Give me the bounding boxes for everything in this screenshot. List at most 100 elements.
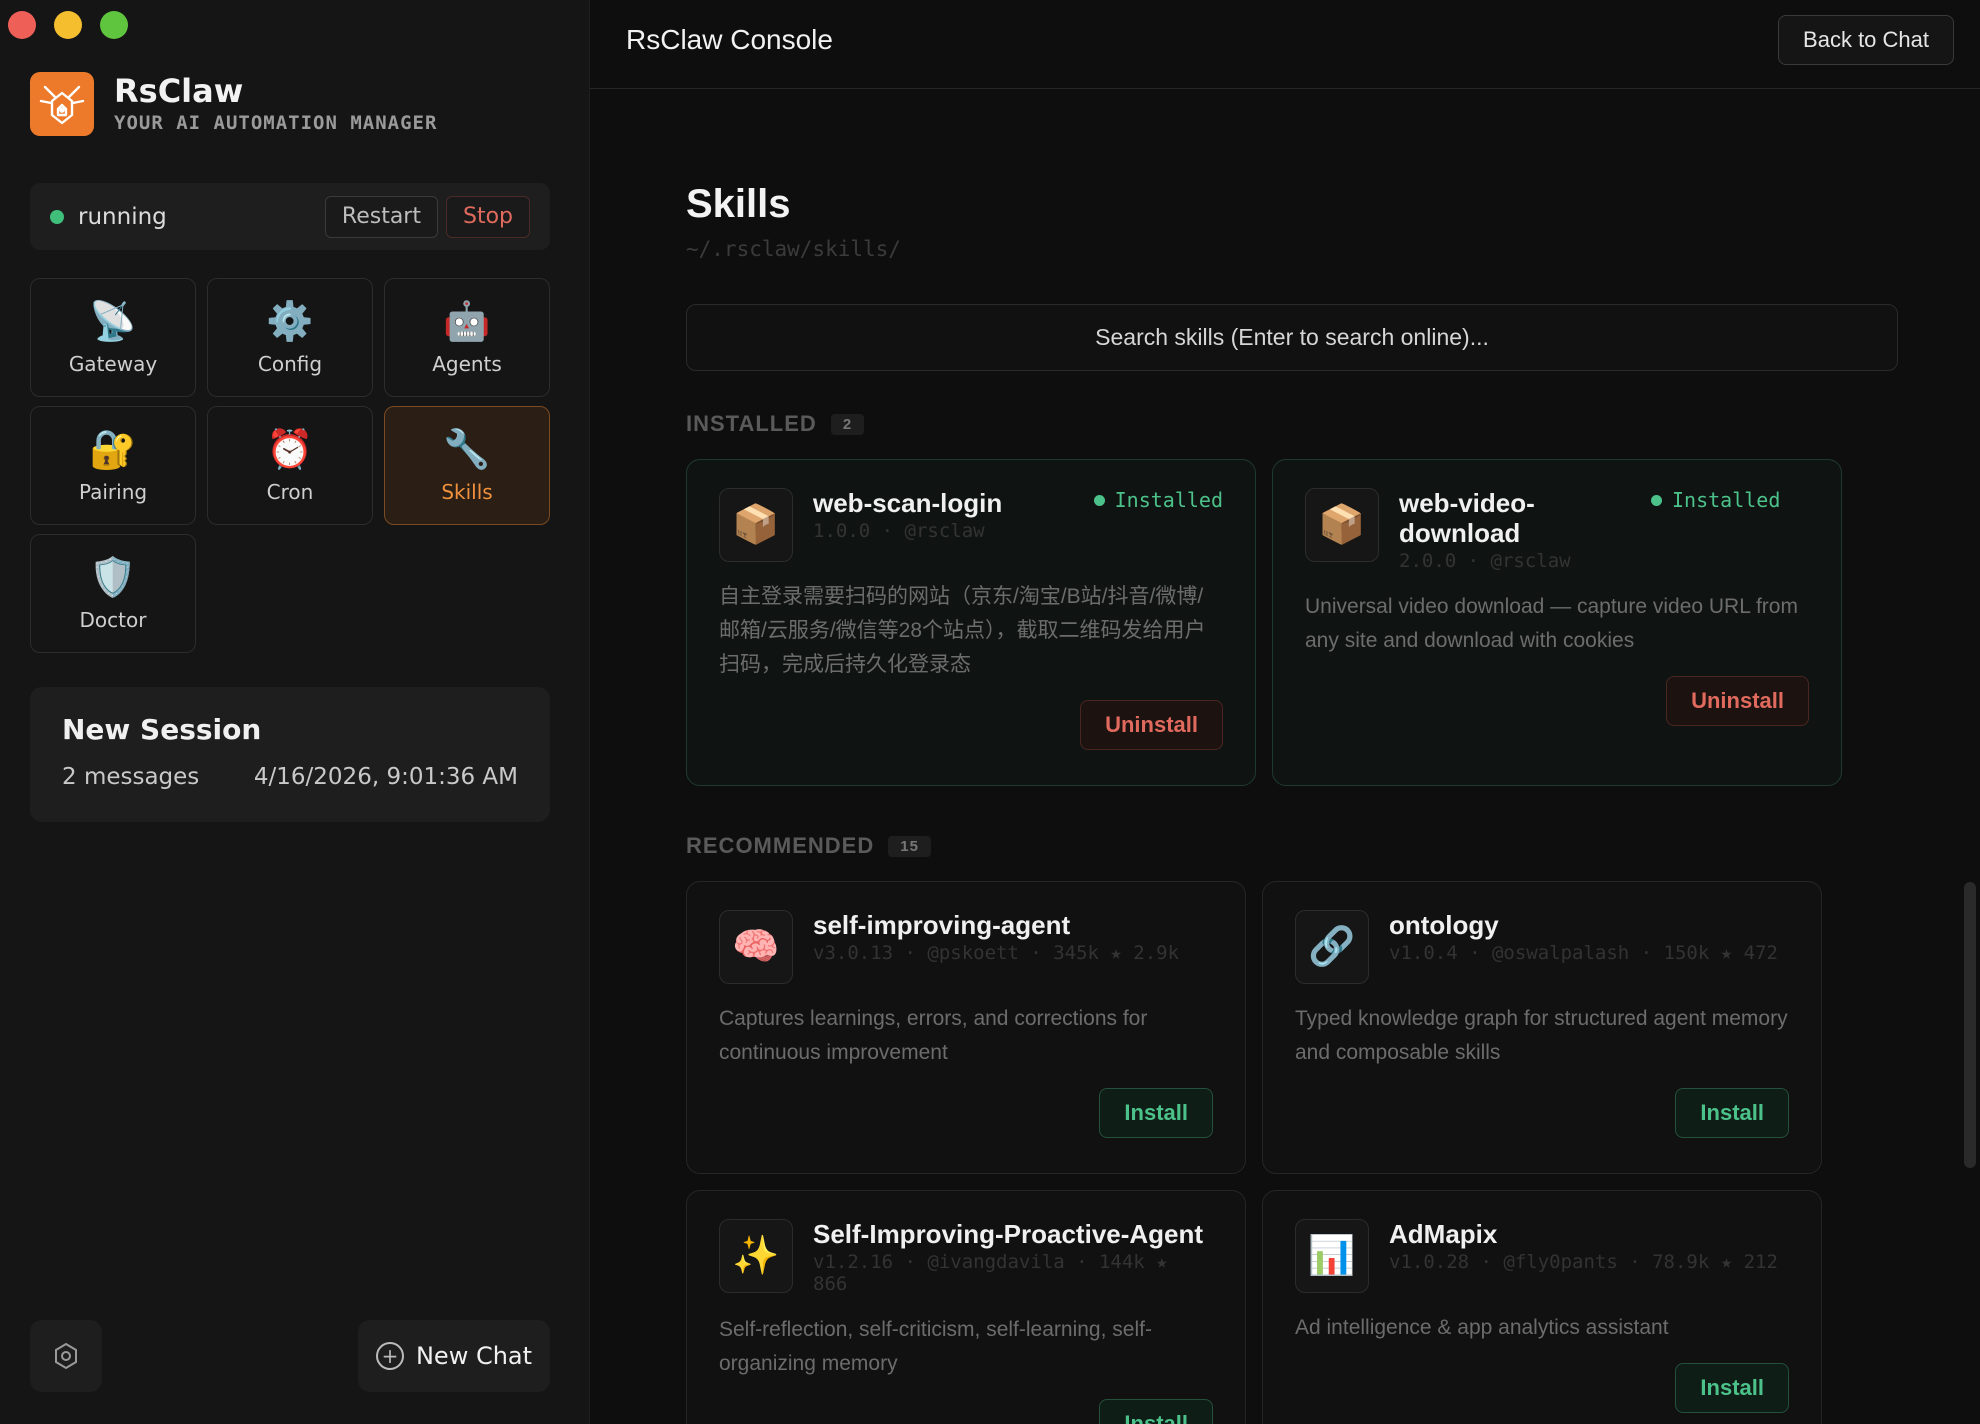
sparkles-icon: ✨ [719,1219,793,1293]
install-button[interactable]: Install [1099,1088,1213,1138]
skill-card-admapix: 📊 AdMapix v1.0.28 · @fly0pants · 78.9k ★… [1262,1190,1822,1424]
session-title: New Session [62,713,262,746]
session-card[interactable]: New Session 2 messages 4/16/2026, 9:01:3… [30,687,550,822]
nav-tile-label: Skills [441,479,493,504]
robot-icon: 🤖 [443,300,491,343]
uninstall-button[interactable]: Uninstall [1666,676,1809,726]
skills-path: ~/.rsclaw/skills/ [686,237,901,261]
brand-subtitle: YOUR AI AUTOMATION MANAGER [114,112,438,134]
status-text: running [78,203,167,230]
nav-tile-skills[interactable]: 🔧 Skills [384,406,550,525]
nav-tile-gateway[interactable]: 📡 Gateway [30,278,196,397]
skill-meta: v1.2.16 · @ivangdavila · 144k ★ 866 [813,1251,1168,1295]
sidebar: RsClaw YOUR AI AUTOMATION MANAGER runnin… [0,0,590,1424]
skill-card-web-video-download: 📦 web-video-download 2.0.0 · @rsclaw Ins… [1272,459,1842,786]
bar-chart-icon: 📊 [1295,1219,1369,1293]
installed-dot-icon [1651,494,1662,506]
new-chat-button[interactable]: + New Chat [358,1320,550,1392]
skill-card-self-improving-proactive-agent: ✨ Self-Improving-Proactive-Agent v1.2.16… [686,1190,1246,1424]
package-icon: 📦 [1305,488,1379,562]
skill-description: Typed knowledge graph for structured age… [1295,1007,1788,1064]
skill-description: Captures learnings, errors, and correcti… [719,1007,1148,1064]
nav-tile-pairing[interactable]: 🔐 Pairing [30,406,196,525]
app-window: RsClaw YOUR AI AUTOMATION MANAGER runnin… [0,0,1980,1424]
installed-dot-icon [1093,494,1105,506]
nav-tile-config[interactable]: ⚙️ Config [207,278,373,397]
status-dot-icon [50,209,64,224]
installed-badge-label: Installed [1114,488,1223,512]
minimize-window-button[interactable] [54,11,82,39]
nav-tiles: 📡 Gateway ⚙️ Config 🤖 Agents 🔐 Pairing ⏰… [30,278,550,653]
section-title: INSTALLED [686,411,817,436]
nav-tile-label: Gateway [68,351,158,376]
search-input[interactable]: Search skills (Enter to search online)..… [686,304,1898,371]
installed-badge: Installed [1651,488,1780,512]
window-controls [8,11,128,39]
shield-icon: 🛡️ [89,556,137,599]
main-panel: RsClaw Console Back to Chat Skills ~/.rs… [590,0,1980,1424]
alarm-clock-icon: ⏰ [266,428,314,471]
nav-tile-cron[interactable]: ⏰ Cron [207,406,373,525]
skill-meta: 2.0.0 · @rsclaw [1399,550,1571,572]
nav-tile-label: Pairing [78,479,148,504]
nav-tile-label: Doctor [79,607,147,632]
restart-button[interactable]: Restart [324,195,438,238]
skill-name: Self-Improving-Proactive-Agent [813,1219,1204,1249]
recommended-section-label: RECOMMENDED 15 [686,833,931,859]
skill-name: ontology [1389,910,1499,940]
session-message-count: 2 messages [62,764,200,790]
skill-meta: v3.0.13 · @pskoett · 345k ★ 2.9k [813,942,1180,964]
skill-name: web-video-download [1399,488,1535,548]
stop-button[interactable]: Stop [445,195,530,238]
skill-card-web-scan-login: 📦 web-scan-login 1.0.0 · @rsclaw Install… [686,459,1256,786]
gear-icon: ⚙️ [266,300,314,343]
maximize-window-button[interactable] [100,11,128,39]
nav-tile-agents[interactable]: 🤖 Agents [384,278,550,397]
console-title: RsClaw Console [626,24,833,55]
skill-meta: 1.0.0 · @rsclaw [813,520,985,542]
skill-name: AdMapix [1389,1219,1498,1249]
skill-description: Ad intelligence & app analytics assistan… [1295,1316,1669,1339]
skill-meta: v1.0.28 · @fly0pants · 78.9k ★ 212 [1389,1251,1778,1273]
top-bar: RsClaw Console Back to Chat [590,0,1980,89]
skill-name: self-improving-agent [813,910,1071,940]
skill-meta: v1.0.4 · @oswalpalash · 150k ★ 472 [1389,942,1778,964]
brain-icon: 🧠 [719,910,793,984]
skill-card-ontology: 🔗 ontology v1.0.4 · @oswalpalash · 150k … [1262,881,1822,1174]
nav-tile-label: Cron [266,479,314,504]
back-to-chat-button[interactable]: Back to Chat [1778,15,1954,65]
close-window-button[interactable] [8,11,36,39]
install-button[interactable]: Install [1675,1363,1789,1413]
nav-tile-doctor[interactable]: 🛡️ Doctor [30,534,196,653]
claw-logo-icon [30,72,94,136]
session-timestamp: 4/16/2026, 9:01:36 AM [253,764,518,790]
section-title: RECOMMENDED [686,833,875,858]
installed-badge-label: Installed [1672,488,1781,512]
lock-key-icon: 🔐 [89,428,137,471]
brand: RsClaw YOUR AI AUTOMATION MANAGER [30,72,437,136]
wrench-icon: 🔧 [443,428,491,471]
uninstall-button[interactable]: Uninstall [1080,700,1223,750]
skill-description: Universal video download — capture video… [1305,595,1798,652]
skill-description: Self-reflection, self-criticism, self-le… [719,1318,1152,1375]
recommended-scrollbar[interactable] [1964,882,1976,1168]
nav-tile-label: Agents [432,351,502,376]
nav-tile-label: Config [257,351,323,376]
satellite-dish-icon: 📡 [89,300,137,343]
skill-name: web-scan-login [813,488,1003,518]
brand-name: RsClaw [114,72,244,110]
installed-badge: Installed [1093,488,1223,512]
install-button[interactable]: Install [1675,1088,1789,1138]
link-icon: 🔗 [1295,910,1369,984]
skill-card-self-improving-agent: 🧠 self-improving-agent v3.0.13 · @pskoet… [686,881,1246,1174]
recommended-count-badge: 15 [888,835,931,857]
installed-section-label: INSTALLED 2 [686,411,865,437]
install-button[interactable]: Install [1099,1399,1213,1424]
settings-button[interactable] [30,1320,102,1392]
installed-count-badge: 2 [830,413,865,435]
new-chat-label: New Chat [415,1342,533,1370]
skill-description: 自主登录需要扫码的网站（京东/淘宝/B站/抖音/微博/邮箱/云服务/微信等28个… [719,585,1206,676]
package-icon: 📦 [719,488,793,562]
settings-hex-icon [55,1342,77,1370]
plus-circle-icon: + [375,1342,404,1370]
